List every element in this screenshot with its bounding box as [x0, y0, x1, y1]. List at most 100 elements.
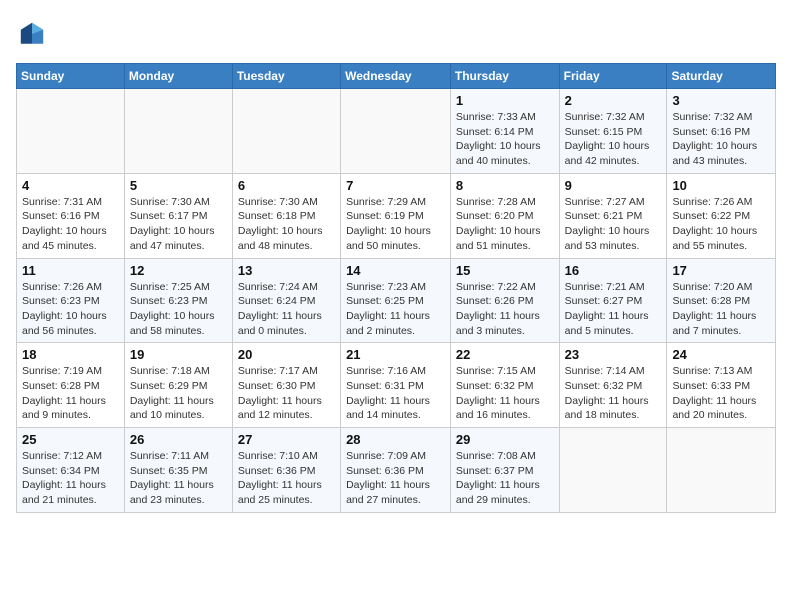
- day-info: Sunrise: 7:28 AMSunset: 6:20 PMDaylight:…: [456, 195, 554, 254]
- day-info: Sunrise: 7:20 AMSunset: 6:28 PMDaylight:…: [672, 280, 770, 339]
- day-info: Sunrise: 7:30 AMSunset: 6:18 PMDaylight:…: [238, 195, 335, 254]
- weekday-header-sunday: Sunday: [17, 64, 125, 89]
- calendar-cell: 28 Sunrise: 7:09 AMSunset: 6:36 PMDayligh…: [341, 428, 451, 513]
- day-number: 23: [565, 347, 662, 362]
- calendar-cell: 6 Sunrise: 7:30 AMSunset: 6:18 PMDaylight…: [232, 173, 340, 258]
- day-info: Sunrise: 7:22 AMSunset: 6:26 PMDaylight:…: [456, 280, 554, 339]
- day-number: 26: [130, 432, 227, 447]
- calendar-cell: 2 Sunrise: 7:32 AMSunset: 6:15 PMDaylight…: [559, 89, 667, 174]
- day-info: Sunrise: 7:23 AMSunset: 6:25 PMDaylight:…: [346, 280, 445, 339]
- day-info: Sunrise: 7:26 AMSunset: 6:23 PMDaylight:…: [22, 280, 119, 339]
- calendar-cell: 17 Sunrise: 7:20 AMSunset: 6:28 PMDayligh…: [667, 258, 776, 343]
- day-number: 8: [456, 178, 554, 193]
- day-info: Sunrise: 7:24 AMSunset: 6:24 PMDaylight:…: [238, 280, 335, 339]
- calendar-cell: 19 Sunrise: 7:18 AMSunset: 6:29 PMDayligh…: [124, 343, 232, 428]
- day-info: Sunrise: 7:30 AMSunset: 6:17 PMDaylight:…: [130, 195, 227, 254]
- calendar-cell: 3 Sunrise: 7:32 AMSunset: 6:16 PMDaylight…: [667, 89, 776, 174]
- weekday-header-wednesday: Wednesday: [341, 64, 451, 89]
- day-info: Sunrise: 7:17 AMSunset: 6:30 PMDaylight:…: [238, 364, 335, 423]
- day-number: 2: [565, 93, 662, 108]
- calendar-cell: 29 Sunrise: 7:08 AMSunset: 6:37 PMDayligh…: [450, 428, 559, 513]
- calendar-cell: 4 Sunrise: 7:31 AMSunset: 6:16 PMDaylight…: [17, 173, 125, 258]
- calendar-cell: 20 Sunrise: 7:17 AMSunset: 6:30 PMDayligh…: [232, 343, 340, 428]
- day-info: Sunrise: 7:25 AMSunset: 6:23 PMDaylight:…: [130, 280, 227, 339]
- logo: [16, 20, 46, 53]
- day-number: 25: [22, 432, 119, 447]
- day-info: Sunrise: 7:32 AMSunset: 6:16 PMDaylight:…: [672, 110, 770, 169]
- calendar-cell: [124, 89, 232, 174]
- day-number: 14: [346, 263, 445, 278]
- day-number: 24: [672, 347, 770, 362]
- day-info: Sunrise: 7:09 AMSunset: 6:36 PMDaylight:…: [346, 449, 445, 508]
- day-number: 12: [130, 263, 227, 278]
- calendar-cell: [559, 428, 667, 513]
- day-info: Sunrise: 7:18 AMSunset: 6:29 PMDaylight:…: [130, 364, 227, 423]
- weekday-header-thursday: Thursday: [450, 64, 559, 89]
- day-number: 11: [22, 263, 119, 278]
- calendar-cell: 23 Sunrise: 7:14 AMSunset: 6:32 PMDayligh…: [559, 343, 667, 428]
- day-info: Sunrise: 7:33 AMSunset: 6:14 PMDaylight:…: [456, 110, 554, 169]
- calendar-cell: [17, 89, 125, 174]
- day-info: Sunrise: 7:15 AMSunset: 6:32 PMDaylight:…: [456, 364, 554, 423]
- calendar-cell: 5 Sunrise: 7:30 AMSunset: 6:17 PMDaylight…: [124, 173, 232, 258]
- day-number: 28: [346, 432, 445, 447]
- calendar-cell: 16 Sunrise: 7:21 AMSunset: 6:27 PMDayligh…: [559, 258, 667, 343]
- calendar-cell: 13 Sunrise: 7:24 AMSunset: 6:24 PMDayligh…: [232, 258, 340, 343]
- day-info: Sunrise: 7:10 AMSunset: 6:36 PMDaylight:…: [238, 449, 335, 508]
- day-number: 9: [565, 178, 662, 193]
- day-info: Sunrise: 7:08 AMSunset: 6:37 PMDaylight:…: [456, 449, 554, 508]
- calendar-cell: 24Sunrise: 7:13 AMSunset: 6:33 PMDayligh…: [667, 343, 776, 428]
- day-info: Sunrise: 7:21 AMSunset: 6:27 PMDaylight:…: [565, 280, 662, 339]
- calendar-cell: 8 Sunrise: 7:28 AMSunset: 6:20 PMDaylight…: [450, 173, 559, 258]
- day-number: 19: [130, 347, 227, 362]
- day-info: Sunrise: 7:29 AMSunset: 6:19 PMDaylight:…: [346, 195, 445, 254]
- calendar-table: SundayMondayTuesdayWednesdayThursdayFrid…: [16, 63, 776, 513]
- day-info: Sunrise: 7:12 AMSunset: 6:34 PMDaylight:…: [22, 449, 119, 508]
- logo-icon: [18, 20, 46, 48]
- calendar-cell: [667, 428, 776, 513]
- day-info: Sunrise: 7:27 AMSunset: 6:21 PMDaylight:…: [565, 195, 662, 254]
- day-number: 21: [346, 347, 445, 362]
- day-info: Sunrise: 7:14 AMSunset: 6:32 PMDaylight:…: [565, 364, 662, 423]
- day-info: Sunrise: 7:26 AMSunset: 6:22 PMDaylight:…: [672, 195, 770, 254]
- day-number: 13: [238, 263, 335, 278]
- day-number: 15: [456, 263, 554, 278]
- weekday-header-saturday: Saturday: [667, 64, 776, 89]
- day-number: 4: [22, 178, 119, 193]
- day-info: Sunrise: 7:31 AMSunset: 6:16 PMDaylight:…: [22, 195, 119, 254]
- calendar-cell: 14 Sunrise: 7:23 AMSunset: 6:25 PMDayligh…: [341, 258, 451, 343]
- calendar-cell: 25 Sunrise: 7:12 AMSunset: 6:34 PMDayligh…: [17, 428, 125, 513]
- calendar-cell: 18 Sunrise: 7:19 AMSunset: 6:28 PMDayligh…: [17, 343, 125, 428]
- day-number: 17: [672, 263, 770, 278]
- day-number: 16: [565, 263, 662, 278]
- day-number: 27: [238, 432, 335, 447]
- calendar-body: 1 Sunrise: 7:33 AMSunset: 6:14 PMDaylight…: [17, 89, 776, 513]
- day-number: 6: [238, 178, 335, 193]
- day-number: 3: [672, 93, 770, 108]
- day-number: 22: [456, 347, 554, 362]
- day-number: 7: [346, 178, 445, 193]
- day-number: 18: [22, 347, 119, 362]
- calendar-cell: 22 Sunrise: 7:15 AMSunset: 6:32 PMDayligh…: [450, 343, 559, 428]
- day-info: Sunrise: 7:11 AMSunset: 6:35 PMDaylight:…: [130, 449, 227, 508]
- weekday-header-tuesday: Tuesday: [232, 64, 340, 89]
- day-number: 5: [130, 178, 227, 193]
- page-header: [16, 16, 776, 53]
- day-number: 29: [456, 432, 554, 447]
- day-number: 10: [672, 178, 770, 193]
- calendar-cell: [341, 89, 451, 174]
- day-number: 1: [456, 93, 554, 108]
- day-info: Sunrise: 7:19 AMSunset: 6:28 PMDaylight:…: [22, 364, 119, 423]
- calendar-cell: 21 Sunrise: 7:16 AMSunset: 6:31 PMDayligh…: [341, 343, 451, 428]
- calendar-cell: 11 Sunrise: 7:26 AMSunset: 6:23 PMDayligh…: [17, 258, 125, 343]
- calendar-cell: 9 Sunrise: 7:27 AMSunset: 6:21 PMDaylight…: [559, 173, 667, 258]
- calendar-cell: 1 Sunrise: 7:33 AMSunset: 6:14 PMDaylight…: [450, 89, 559, 174]
- calendar-cell: 7 Sunrise: 7:29 AMSunset: 6:19 PMDaylight…: [341, 173, 451, 258]
- weekday-header-monday: Monday: [124, 64, 232, 89]
- weekday-header-friday: Friday: [559, 64, 667, 89]
- calendar-cell: 26 Sunrise: 7:11 AMSunset: 6:35 PMDayligh…: [124, 428, 232, 513]
- calendar-header: SundayMondayTuesdayWednesdayThursdayFrid…: [17, 64, 776, 89]
- day-info: Sunrise: 7:32 AMSunset: 6:15 PMDaylight:…: [565, 110, 662, 169]
- day-number: 20: [238, 347, 335, 362]
- day-info: Sunrise: 7:16 AMSunset: 6:31 PMDaylight:…: [346, 364, 445, 423]
